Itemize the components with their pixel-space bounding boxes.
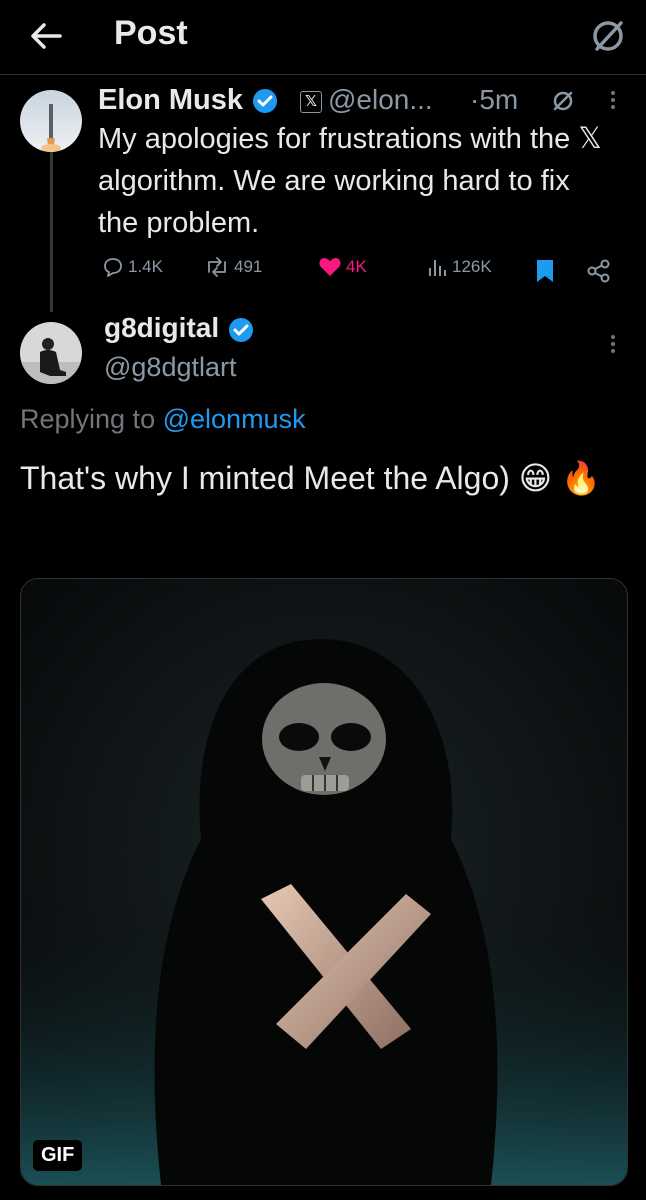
arrow-left-icon[interactable] — [26, 18, 66, 54]
views-icon — [429, 260, 446, 276]
repost-icon — [208, 257, 226, 277]
verified-badge-icon — [228, 317, 253, 342]
replying-to-label: Replying to — [20, 404, 156, 434]
heart-icon — [319, 258, 341, 276]
share-icon[interactable] — [586, 258, 612, 284]
reply-button[interactable]: 1.4K — [102, 256, 163, 278]
author-name[interactable]: g8digital — [104, 312, 255, 344]
more-options-icon[interactable] — [608, 88, 618, 118]
circle-slash-icon[interactable] — [588, 16, 628, 56]
gif-badge: GIF — [33, 1140, 83, 1171]
reply-icon — [104, 258, 122, 277]
author-handle[interactable]: @g8dgtlart — [104, 352, 236, 383]
post-text: My apologies for frustrations with the 𝕏… — [98, 123, 602, 239]
x-affiliate-badge-icon: 𝕏 — [300, 91, 322, 113]
author-name[interactable]: Elon Musk — [98, 84, 279, 117]
top-bar: Post — [0, 0, 646, 75]
repost-button[interactable]: 491 — [204, 256, 262, 278]
avatar-elon[interactable] — [20, 90, 82, 152]
bookmark-icon[interactable] — [534, 258, 556, 284]
post-time[interactable]: ·5m — [470, 84, 518, 116]
more-options-icon[interactable] — [608, 332, 618, 362]
avatar-g8digital[interactable] — [20, 322, 82, 384]
circle-slash-icon — [553, 91, 573, 111]
post-actions: 1.4K 491 4K 126K — [98, 256, 618, 286]
media-gif[interactable]: GIF — [20, 578, 628, 1186]
reply-text: That's why I minted Meet the Algo) 😁 🔥 — [20, 460, 601, 496]
page-title: Post — [114, 14, 188, 52]
views-button[interactable]: 126K — [426, 256, 492, 278]
replying-to-link[interactable]: @elonmusk — [163, 404, 306, 434]
author-handle[interactable]: @elon... — [328, 84, 433, 116]
thread-line — [50, 152, 53, 312]
skull-artwork — [21, 579, 627, 1185]
like-button[interactable]: 4K — [318, 256, 367, 278]
replying-to: Replying to @elonmusk — [20, 404, 306, 435]
verified-badge-icon — [253, 89, 278, 114]
